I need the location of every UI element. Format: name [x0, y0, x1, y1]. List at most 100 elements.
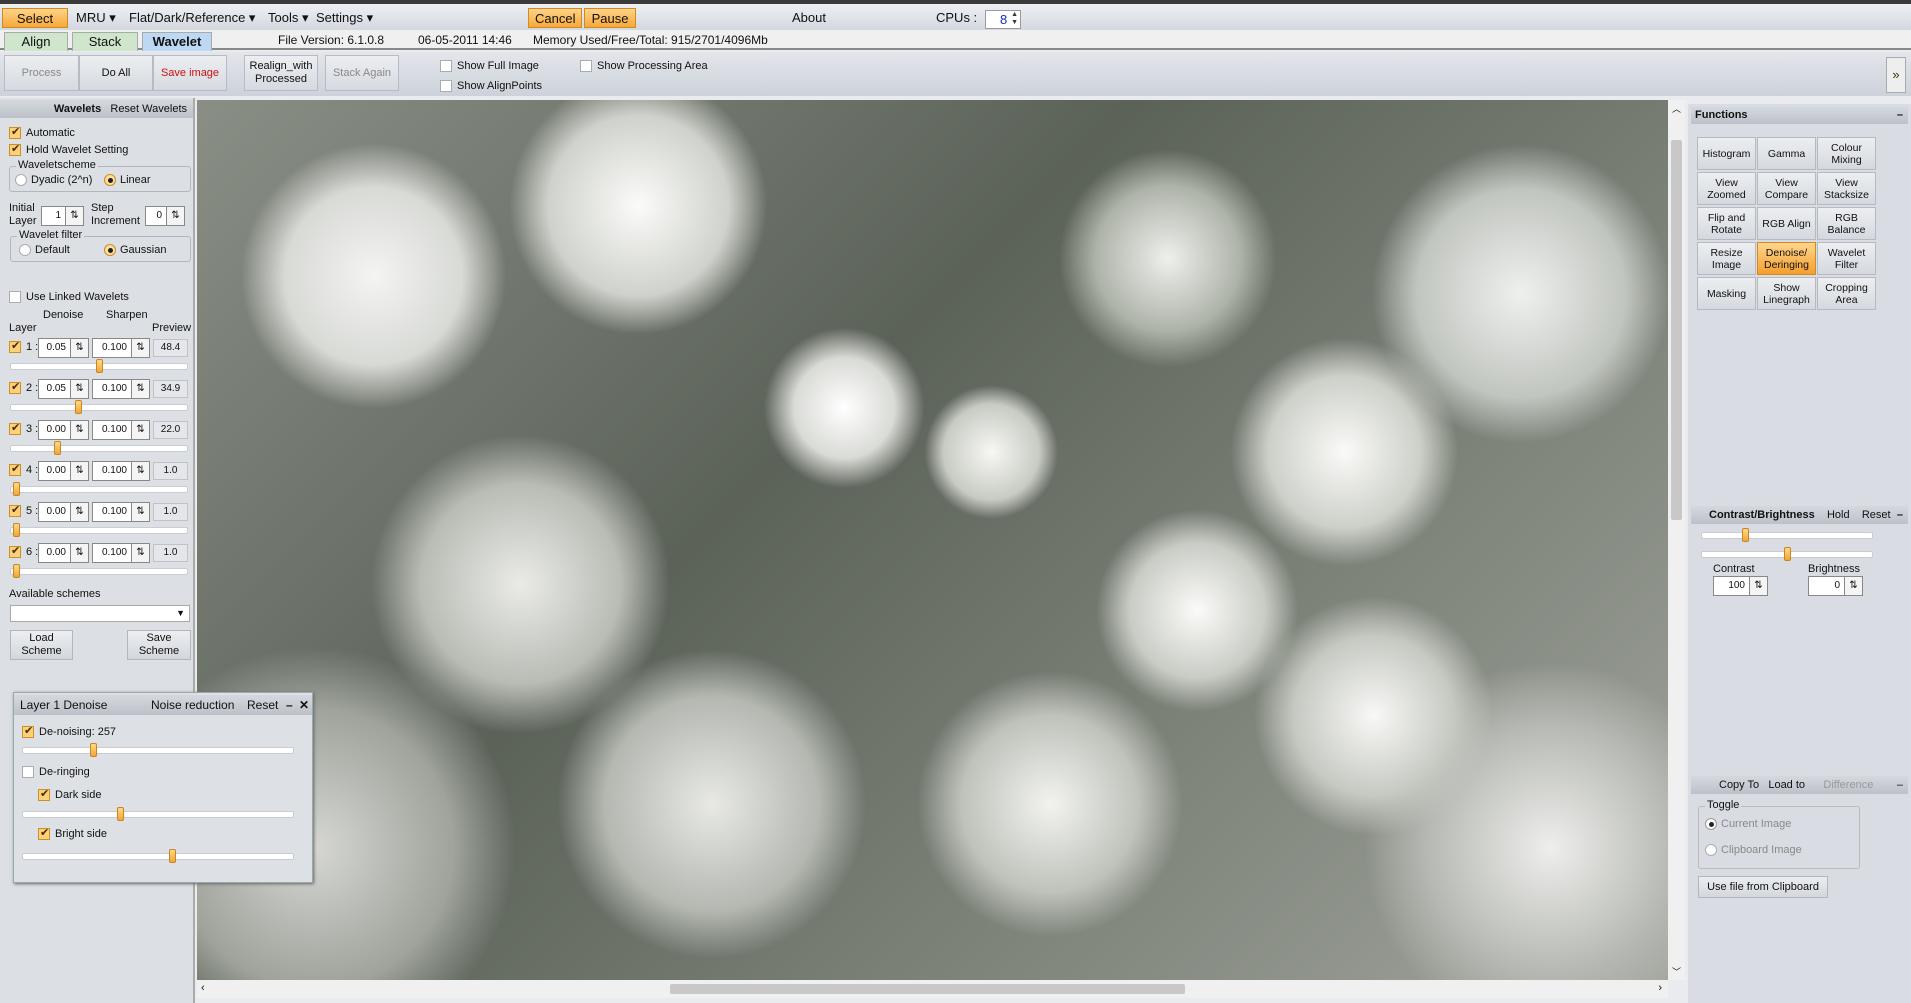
spin-arrows-icon[interactable]: ⇅ — [131, 462, 149, 480]
slider-thumb[interactable] — [168, 849, 176, 863]
function-button-denoise-deringing[interactable]: Denoise/ Deringing — [1757, 242, 1816, 275]
slider-thumb[interactable] — [90, 743, 98, 757]
image-viewport[interactable] — [197, 100, 1668, 980]
function-button-rgb-align[interactable]: RGB Align — [1757, 207, 1816, 240]
spin-arrows-icon[interactable]: ⇅ — [131, 380, 149, 398]
select-button[interactable]: Select — [2, 8, 68, 28]
minimize-icon[interactable]: – — [1897, 506, 1903, 524]
function-button-rgb-balance[interactable]: RGB Balance — [1817, 207, 1876, 240]
vertical-scroll-thumb[interactable] — [1671, 140, 1682, 520]
hold-button[interactable]: Hold — [1827, 509, 1850, 521]
pause-button[interactable]: Pause — [584, 8, 636, 28]
reset-button[interactable]: Reset — [247, 695, 278, 715]
layer-3-slider[interactable] — [10, 441, 188, 455]
minimize-icon[interactable]: – — [286, 695, 293, 715]
spin-arrows-icon[interactable]: ⇅ — [70, 544, 88, 562]
gaussian-radio[interactable]: Gaussian — [104, 244, 166, 257]
show-full-image-checkbox[interactable]: Show Full Image — [440, 60, 539, 73]
menu-settings[interactable]: Settings ▾ — [310, 8, 379, 28]
dark-side-checkbox[interactable]: Dark side — [38, 787, 101, 802]
current-image-radio[interactable]: Current Image — [1705, 818, 1791, 831]
about-button[interactable]: About — [786, 8, 832, 28]
layer-2-sharpen-spinner[interactable]: 0.100 ⇅ — [92, 379, 150, 399]
save-image-button[interactable]: Save image — [153, 55, 227, 91]
load-scheme-button[interactable]: Load Scheme — [10, 630, 73, 660]
slider-thumb[interactable] — [13, 564, 21, 578]
show-alignpoints-checkbox[interactable]: Show AlignPoints — [440, 80, 542, 93]
slider-thumb[interactable] — [13, 523, 21, 537]
slider-thumb[interactable] — [1741, 528, 1749, 542]
function-button-colour-mixing[interactable]: Colour Mixing — [1817, 137, 1876, 170]
realign-with-processed-button[interactable]: Realign_with Processed — [244, 55, 318, 91]
difference-button[interactable]: Difference — [1823, 779, 1873, 791]
use-file-from-clipboard-button[interactable]: Use file from Clipboard — [1698, 876, 1828, 898]
spin-arrows-icon[interactable]: ⇅ — [166, 207, 184, 225]
layer-1-checkbox[interactable]: 1 : — [9, 339, 38, 354]
spin-arrows-icon[interactable]: ⇅ — [131, 544, 149, 562]
function-button-wavelet-filter[interactable]: Wavelet Filter — [1817, 242, 1876, 275]
show-processing-area-checkbox[interactable]: Show Processing Area — [580, 60, 708, 73]
default-radio[interactable]: Default — [19, 244, 70, 257]
slider-thumb[interactable] — [13, 482, 21, 496]
menu-tools[interactable]: Tools ▾ — [262, 8, 315, 28]
do-all-button[interactable]: Do All — [79, 55, 153, 91]
layer-3-sharpen-spinner[interactable]: 0.100 ⇅ — [92, 420, 150, 440]
layer-1-sharpen-spinner[interactable]: 0.100 ⇅ — [92, 338, 150, 358]
scroll-down-icon[interactable]: ﹀ — [1672, 965, 1681, 978]
tab-wavelet[interactable]: Wavelet — [142, 32, 212, 51]
expand-panel-button[interactable]: » — [1886, 57, 1906, 93]
brightness-slider[interactable] — [1701, 547, 1873, 561]
layer-2-denoise-spinner[interactable]: 0.05 ⇅ — [38, 379, 89, 399]
menu-flat-dark-reference[interactable]: Flat/Dark/Reference ▾ — [123, 8, 261, 28]
vertical-scrollbar[interactable]: ︿ ﹀ — [1668, 100, 1685, 980]
horizontal-scrollbar[interactable]: ‹ › — [197, 980, 1668, 998]
reset-button[interactable]: Reset — [1862, 509, 1891, 521]
minimize-icon[interactable]: – — [1897, 776, 1903, 794]
slider-thumb[interactable] — [96, 359, 103, 373]
layer-1-slider[interactable] — [10, 359, 188, 373]
function-button-view-compare[interactable]: View Compare — [1757, 172, 1816, 205]
layer-6-denoise-spinner[interactable]: 0.00 ⇅ — [38, 543, 89, 563]
function-button-gamma[interactable]: Gamma — [1757, 137, 1816, 170]
initial-layer-spinner[interactable]: 1 ⇅ — [41, 206, 84, 226]
load-to-button[interactable]: Load to — [1768, 779, 1805, 791]
function-button-cropping-area[interactable]: Cropping Area — [1817, 277, 1876, 310]
scroll-up-icon[interactable]: ︿ — [1672, 102, 1681, 115]
linear-radio[interactable]: Linear — [104, 174, 151, 187]
spin-arrows-icon[interactable]: ⇅ — [1844, 577, 1862, 595]
layer-2-checkbox[interactable]: 2 : — [9, 380, 38, 395]
layer-6-sharpen-spinner[interactable]: 0.100 ⇅ — [92, 543, 150, 563]
layer-5-denoise-spinner[interactable]: 0.00 ⇅ — [38, 502, 89, 522]
layer-3-denoise-spinner[interactable]: 0.00 ⇅ — [38, 420, 89, 440]
horizontal-scroll-thumb[interactable] — [670, 984, 1185, 994]
slider-thumb[interactable] — [74, 400, 82, 414]
spin-arrows-icon[interactable]: ⇅ — [70, 462, 88, 480]
cancel-button[interactable]: Cancel — [528, 8, 582, 28]
minimize-icon[interactable]: – — [1897, 107, 1903, 124]
slider-thumb[interactable] — [1784, 547, 1791, 561]
spin-arrows-icon[interactable]: ⇅ — [70, 339, 88, 357]
process-button[interactable]: Process — [4, 55, 79, 91]
layer-5-slider[interactable] — [10, 523, 188, 537]
layer-5-sharpen-spinner[interactable]: 0.100 ⇅ — [92, 502, 150, 522]
noise-reduction-button[interactable]: Noise reduction — [151, 695, 234, 715]
spin-arrows-icon[interactable]: ⇅ — [70, 503, 88, 521]
spin-arrows-icon[interactable]: ⇅ — [70, 421, 88, 439]
step-increment-spinner[interactable]: 0 ⇅ — [145, 206, 185, 226]
menu-mru[interactable]: MRU ▾ — [70, 8, 122, 28]
layer-4-slider[interactable] — [10, 482, 188, 496]
stack-again-button[interactable]: Stack Again — [325, 55, 399, 91]
function-button-view-stacksize[interactable]: View Stacksize — [1817, 172, 1876, 205]
use-linked-wavelets-checkbox[interactable]: Use Linked Wavelets — [9, 291, 129, 304]
spin-arrows-icon[interactable]: ⇅ — [65, 207, 83, 225]
denoise-window-header[interactable]: Layer 1 Denoise Noise reduction Reset – … — [14, 695, 312, 715]
dark-side-slider[interactable] — [22, 807, 294, 821]
automatic-checkbox[interactable]: Automatic — [9, 125, 75, 140]
layer-2-slider[interactable] — [10, 400, 188, 414]
layer-4-sharpen-spinner[interactable]: 0.100 ⇅ — [92, 461, 150, 481]
layer-4-checkbox[interactable]: 4 : — [9, 462, 38, 477]
scroll-left-icon[interactable]: ‹ — [201, 982, 205, 994]
schemes-dropdown[interactable]: ▼ — [10, 605, 190, 622]
close-icon[interactable]: ✕ — [299, 695, 309, 715]
slider-thumb[interactable] — [117, 807, 125, 821]
